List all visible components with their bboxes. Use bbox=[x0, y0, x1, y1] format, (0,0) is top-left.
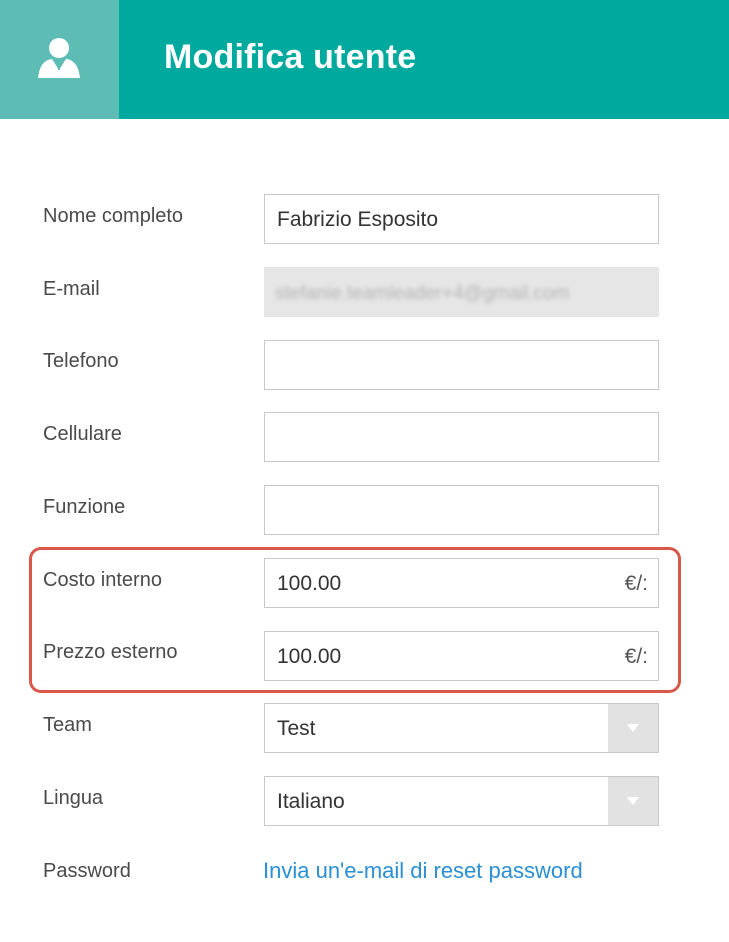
prezzo-esterno-value: 100.00 bbox=[277, 645, 342, 668]
nome-completo-input[interactable]: Fabrizio Esposito bbox=[264, 194, 659, 244]
cellulare-input[interactable] bbox=[264, 412, 659, 462]
costo-interno-value: 100.00 bbox=[277, 572, 342, 595]
label-costo-interno: Costo interno bbox=[43, 569, 162, 591]
label-funzione: Funzione bbox=[43, 496, 126, 518]
email-value: stefanie.teamleader+4@gmail.com bbox=[275, 283, 570, 304]
label-lingua: Lingua bbox=[43, 787, 104, 809]
team-value: Test bbox=[277, 717, 316, 740]
label-email: E-mail bbox=[43, 278, 100, 300]
lingua-select[interactable]: Italiano bbox=[264, 776, 659, 826]
chevron-down-icon bbox=[627, 724, 639, 732]
label-password: Password bbox=[43, 860, 131, 882]
label-cellulare: Cellulare bbox=[43, 423, 122, 445]
prezzo-unit: €/: bbox=[624, 645, 648, 668]
label-telefono: Telefono bbox=[43, 350, 119, 372]
telefono-input[interactable] bbox=[264, 340, 659, 390]
page-title: Modifica utente bbox=[164, 38, 417, 76]
nome-completo-value: Fabrizio Esposito bbox=[277, 208, 439, 231]
costo-unit: €/: bbox=[624, 572, 648, 595]
prezzo-esterno-input[interactable]: 100.00 €/: bbox=[264, 631, 659, 681]
team-dropdown-button[interactable] bbox=[608, 704, 658, 752]
label-prezzo-esterno: Prezzo esterno bbox=[43, 641, 178, 663]
header-icon-box bbox=[0, 0, 119, 119]
chevron-down-icon bbox=[627, 797, 639, 805]
team-select[interactable]: Test bbox=[264, 703, 659, 753]
lingua-dropdown-button[interactable] bbox=[608, 777, 658, 825]
header-bar: Modifica utente bbox=[0, 0, 729, 119]
email-field: stefanie.teamleader+4@gmail.com bbox=[264, 267, 659, 317]
user-icon bbox=[38, 38, 80, 78]
lingua-value: Italiano bbox=[277, 790, 345, 813]
reset-password-link[interactable]: Invia un'e-mail di reset password bbox=[263, 858, 583, 884]
costo-interno-input[interactable]: 100.00 €/: bbox=[264, 558, 659, 608]
funzione-input[interactable] bbox=[264, 485, 659, 535]
label-nome-completo: Nome completo bbox=[43, 205, 184, 227]
label-team: Team bbox=[43, 714, 92, 736]
